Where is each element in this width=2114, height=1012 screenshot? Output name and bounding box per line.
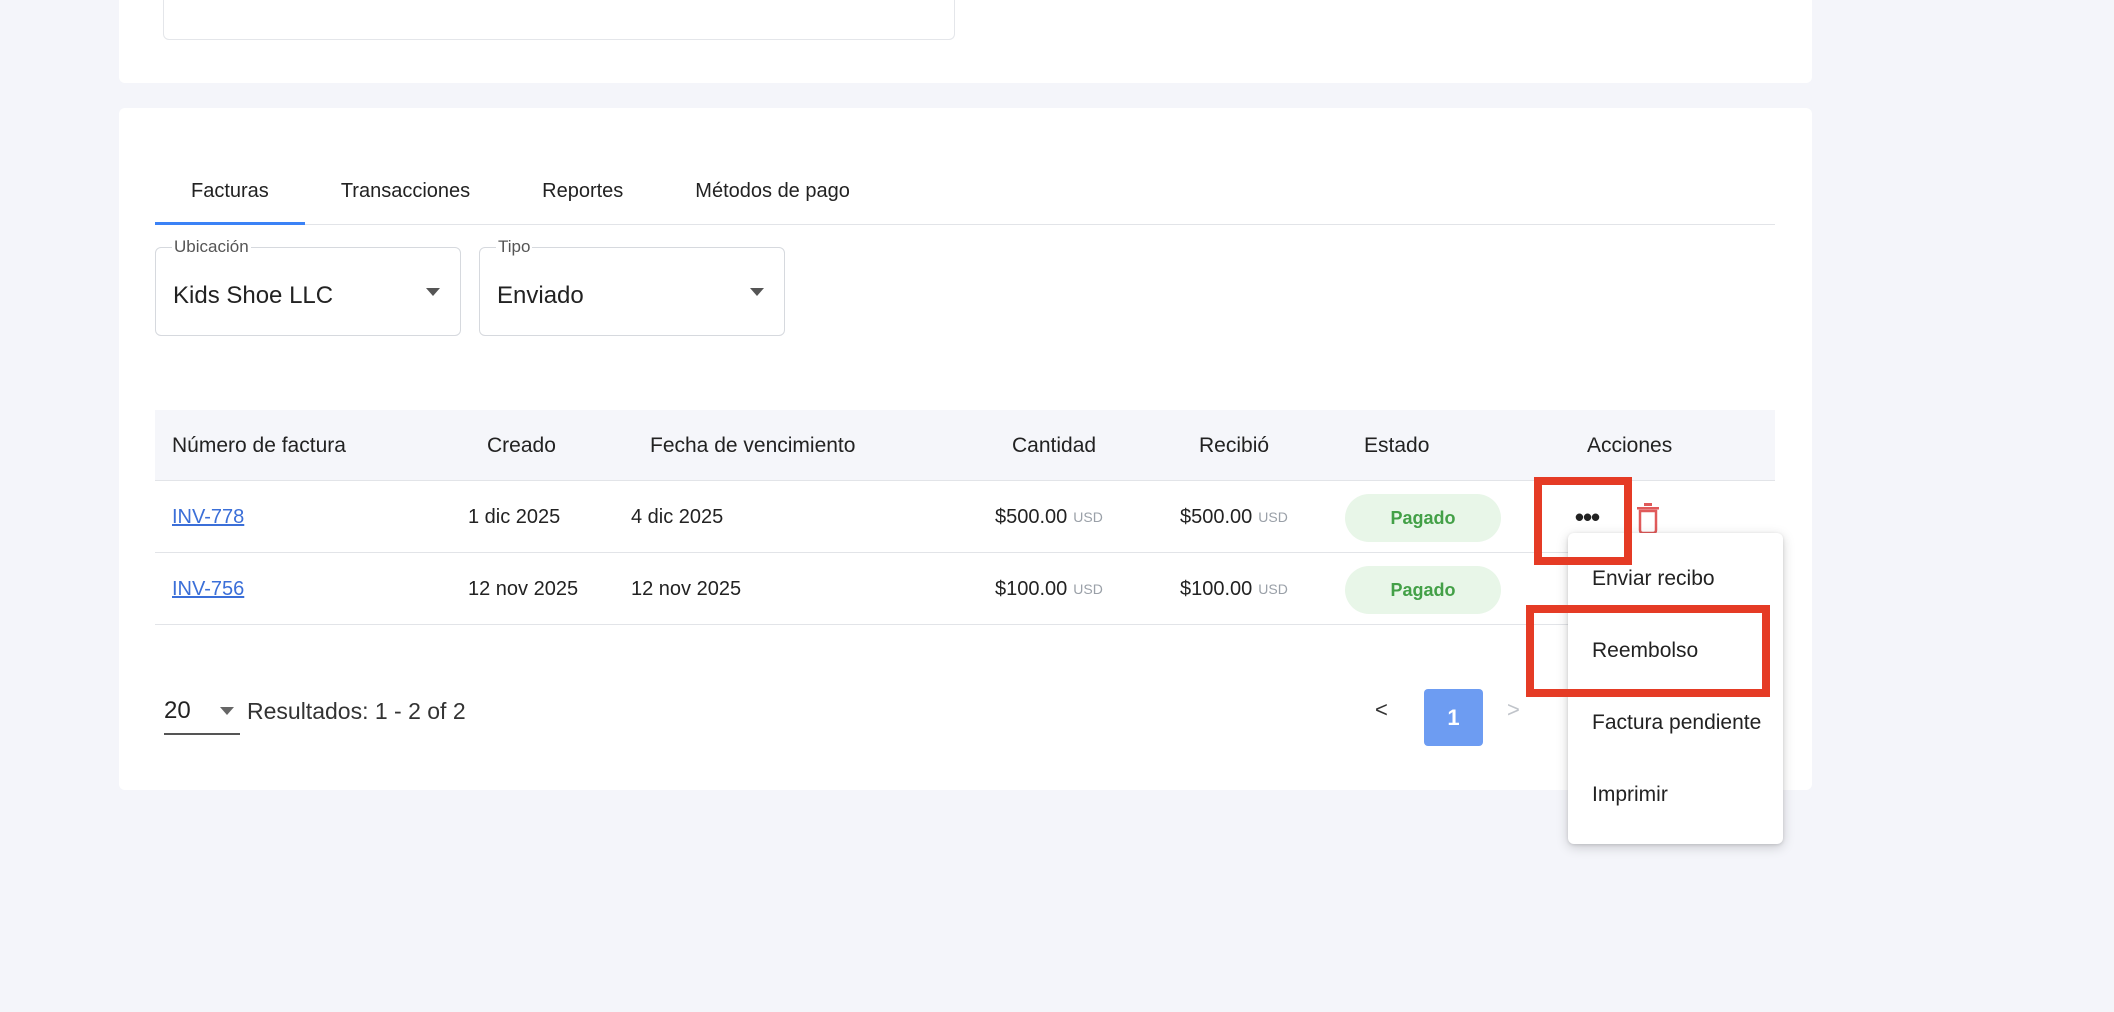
amount: $100.00 USD: [995, 553, 1103, 625]
table-row: INV-778 1 dic 2025 4 dic 2025 $500.00 US…: [155, 481, 1775, 553]
received: $500.00 USD: [1180, 481, 1288, 553]
amount-currency: USD: [1073, 581, 1103, 597]
caret-down-icon: [220, 707, 234, 715]
type-select-value: Enviado: [497, 282, 584, 309]
type-select-label: Tipo: [496, 237, 533, 257]
table-row: INV-756 12 nov 2025 12 nov 2025 $100.00 …: [155, 553, 1775, 625]
received-currency: USD: [1258, 509, 1288, 525]
page-button-1[interactable]: 1: [1424, 689, 1483, 746]
actions-dropdown-menu: Enviar recibo Reembolso Factura pendient…: [1568, 533, 1783, 844]
amount-currency: USD: [1073, 509, 1103, 525]
amount-value: $500.00: [995, 505, 1068, 528]
menu-item-enviar-recibo[interactable]: Enviar recibo: [1568, 543, 1783, 615]
header-amount[interactable]: Cantidad: [1012, 410, 1096, 481]
tab-label: Transacciones: [340, 179, 471, 202]
tab-label: Reportes: [542, 179, 624, 202]
invoices-table: Número de factura Creado Fecha de vencim…: [155, 410, 1775, 625]
tab-reportes[interactable]: Reportes: [506, 158, 659, 224]
header-due-date[interactable]: Fecha de vencimiento: [650, 410, 855, 481]
invoices-card: Facturas Transacciones Reportes Métodos …: [119, 108, 1812, 790]
due-date: 12 nov 2025: [631, 577, 742, 600]
due-date: 4 dic 2025: [631, 505, 724, 528]
received-currency: USD: [1258, 581, 1288, 597]
trash-icon: [1637, 503, 1659, 535]
created-date: 1 dic 2025: [468, 505, 561, 528]
more-horizontal-icon: •••: [1574, 501, 1600, 532]
header-status[interactable]: Estado: [1364, 410, 1429, 481]
top-card: [119, 0, 1812, 83]
received: $100.00 USD: [1180, 553, 1288, 625]
caret-down-icon: [426, 288, 440, 296]
type-select[interactable]: Tipo Enviado: [479, 237, 785, 336]
location-select-label: Ubicación: [172, 237, 251, 257]
header-invoice[interactable]: Número de factura: [172, 410, 346, 481]
menu-item-imprimir[interactable]: Imprimir: [1568, 759, 1783, 831]
tab-transacciones[interactable]: Transacciones: [305, 158, 506, 224]
page-size-value: 20: [164, 697, 191, 724]
results-count: Resultados: 1 - 2 of 2: [247, 698, 466, 724]
header-created[interactable]: Creado: [487, 410, 556, 481]
received-value: $500.00: [1180, 505, 1253, 528]
status-badge: Pagado: [1345, 566, 1501, 614]
received-value: $100.00: [1180, 577, 1253, 600]
tab-label: Facturas: [191, 179, 269, 202]
prev-page-button[interactable]: <: [1375, 697, 1388, 723]
status-badge: Pagado: [1345, 494, 1501, 542]
menu-item-reembolso[interactable]: Reembolso: [1568, 615, 1783, 687]
table-header: Número de factura Creado Fecha de vencim…: [155, 410, 1775, 481]
tab-facturas[interactable]: Facturas: [155, 158, 305, 225]
tab-bar: Facturas Transacciones Reportes Métodos …: [155, 158, 1775, 225]
amount-value: $100.00: [995, 577, 1068, 600]
page-size-select[interactable]: 20: [164, 691, 240, 735]
caret-down-icon: [750, 288, 764, 296]
header-received[interactable]: Recibió: [1199, 410, 1269, 481]
invoice-link[interactable]: INV-778: [172, 481, 244, 553]
location-select[interactable]: Ubicación Kids Shoe LLC: [155, 237, 461, 336]
location-select-value: Kids Shoe LLC: [173, 282, 334, 309]
delete-button[interactable]: [1633, 499, 1663, 535]
top-inner-panel: [163, 0, 955, 40]
tab-metodos-de-pago[interactable]: Métodos de pago: [659, 158, 886, 224]
amount: $500.00 USD: [995, 481, 1103, 553]
invoice-link[interactable]: INV-756: [172, 553, 244, 625]
header-actions: Acciones: [1587, 433, 1673, 457]
tab-label: Métodos de pago: [695, 179, 850, 202]
menu-item-factura-pendiente[interactable]: Factura pendiente: [1568, 687, 1783, 759]
created-date: 12 nov 2025: [468, 577, 579, 600]
next-page-button[interactable]: >: [1507, 697, 1520, 723]
